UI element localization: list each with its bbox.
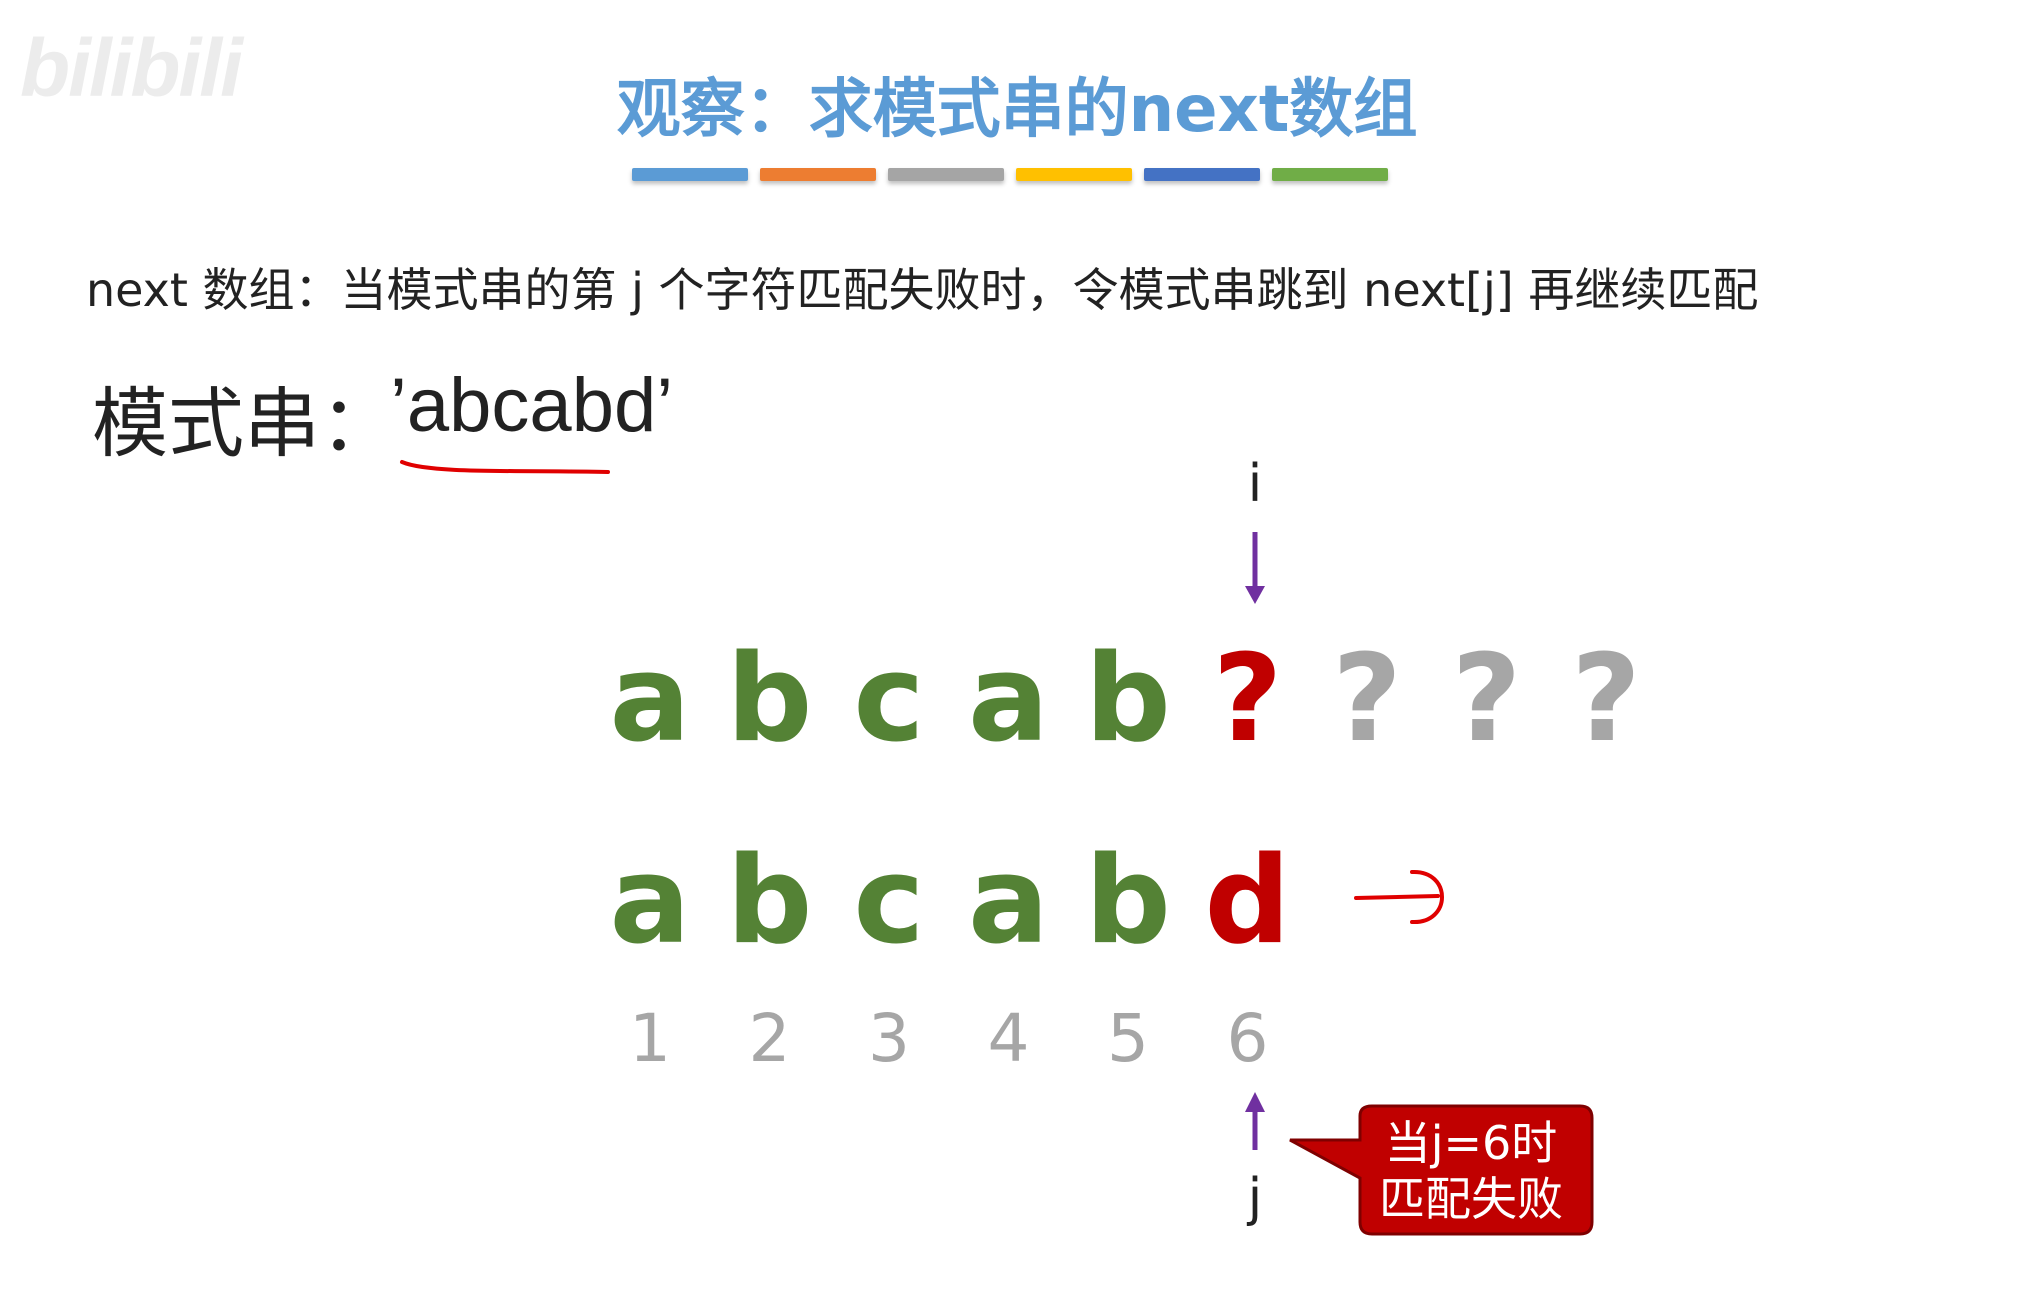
pattern-char: c (853, 832, 925, 971)
pattern-char: a (968, 832, 1049, 971)
index-number: 1 (629, 1000, 671, 1077)
pointer-j-label: j (1247, 1168, 1263, 1228)
pattern-char: b (1085, 832, 1171, 971)
shift-arrow-annotation (1354, 869, 1444, 925)
index-number: 6 (1226, 1000, 1269, 1077)
callout-text: 当j=6时 匹配失败 (1346, 1115, 1596, 1227)
main-string-char: b (1085, 630, 1171, 769)
pointer-i-label: i (1247, 454, 1263, 514)
pattern-char: d (1204, 832, 1291, 971)
main-string-char: ? (1332, 630, 1402, 769)
callout-line-2: 匹配失败 (1379, 1172, 1563, 1226)
main-string-char: c (853, 630, 925, 769)
pattern-underline (400, 460, 610, 474)
index-number: 5 (1107, 1000, 1149, 1077)
main-string-char: a (968, 630, 1049, 769)
main-string-char: ? (1451, 630, 1522, 769)
main-string-char: b (726, 630, 813, 769)
index-number: 2 (748, 1000, 791, 1077)
index-number: 3 (868, 1000, 910, 1077)
main-string-char: a (609, 630, 691, 769)
main-string-char: ? (1212, 630, 1283, 769)
pointer-i-arrow-head (1245, 586, 1265, 604)
pattern-char: a (609, 832, 691, 971)
pattern-char: b (726, 832, 813, 971)
index-number: 4 (987, 1000, 1030, 1077)
callout-line-1: 当j=6时 (1384, 1116, 1558, 1170)
pointer-j-arrow-head (1245, 1092, 1265, 1112)
main-string-char: ? (1571, 630, 1641, 769)
